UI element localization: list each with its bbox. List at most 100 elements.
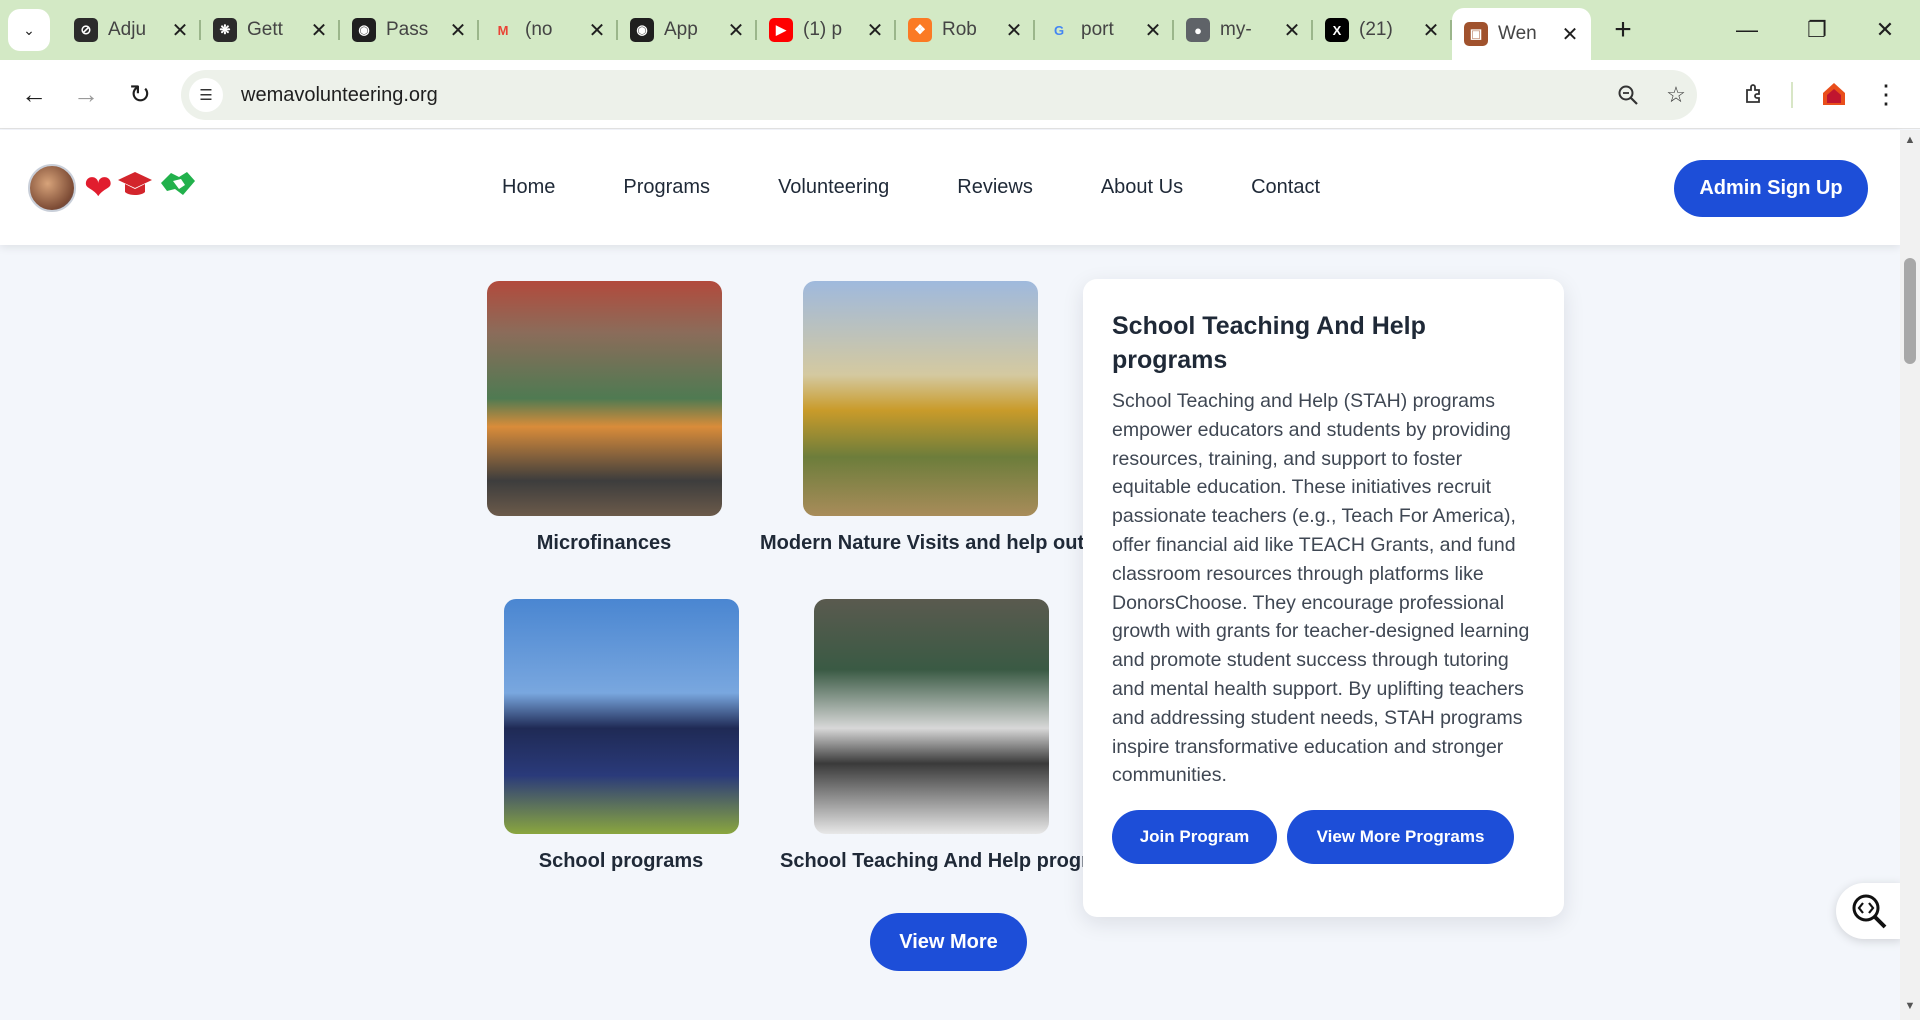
new-tab-button[interactable]: + bbox=[1603, 10, 1643, 50]
chevron-down-icon: ⌄ bbox=[23, 21, 35, 38]
tab-close-icon[interactable]: ✕ bbox=[447, 18, 469, 43]
browser-tab[interactable]: M (no ✕ bbox=[479, 6, 618, 54]
tab-close-icon[interactable]: ✕ bbox=[864, 18, 886, 43]
browser-tab[interactable]: X (21) ✕ bbox=[1313, 6, 1452, 54]
tab-close-icon[interactable]: ✕ bbox=[1142, 18, 1164, 43]
program-card-school-programs[interactable]: School programs bbox=[503, 599, 739, 873]
browser-tab[interactable]: ❖ Rob ✕ bbox=[896, 6, 1035, 54]
address-bar[interactable]: ☰ wemavolunteering.org ☆ bbox=[181, 70, 1697, 120]
browser-tab[interactable]: ⊘ Adju ✕ bbox=[62, 6, 201, 54]
reload-icon: ↻ bbox=[129, 78, 151, 109]
program-card-teaching-help[interactable]: School Teaching And Help progra bbox=[776, 599, 1086, 873]
heart-icon: ❤ bbox=[84, 169, 113, 207]
nav-link-reviews[interactable]: Reviews bbox=[957, 176, 1033, 199]
view-more-programs-button[interactable]: View More Programs bbox=[1287, 810, 1514, 865]
scroll-thumb[interactable] bbox=[1904, 258, 1916, 364]
close-window-button[interactable]: ✕ bbox=[1850, 0, 1920, 60]
tab-title: Gett bbox=[247, 19, 283, 40]
tab-close-icon[interactable]: ✕ bbox=[1559, 22, 1581, 47]
view-more-button[interactable]: View More bbox=[870, 913, 1027, 971]
extensions-icon[interactable] bbox=[1735, 74, 1775, 114]
tab-title: (21) bbox=[1359, 19, 1393, 40]
site-logo[interactable]: ❤ bbox=[28, 164, 197, 212]
program-photo bbox=[503, 599, 739, 834]
program-caption: School programs bbox=[538, 850, 704, 872]
more-menu-icon[interactable]: ⋮ bbox=[1866, 74, 1906, 114]
browser-tab[interactable]: Gport ✕ bbox=[1035, 6, 1174, 54]
tab-close-icon[interactable]: ✕ bbox=[169, 18, 191, 43]
github-icon: ◉ bbox=[630, 18, 654, 42]
nav-link-about-us[interactable]: About Us bbox=[1101, 176, 1183, 199]
nav-link-contact[interactable]: Contact bbox=[1251, 176, 1320, 199]
browser-tab[interactable]: ▶ (1) p ✕ bbox=[757, 6, 896, 54]
browser-tab[interactable]: ▣ Wen ✕ bbox=[1452, 8, 1591, 60]
toolbar-divider bbox=[1791, 82, 1793, 108]
tab-title: Wen bbox=[1498, 23, 1537, 44]
program-card-nature-visits[interactable]: Modern Nature Visits and help out bbox=[760, 281, 1085, 555]
program-photo bbox=[486, 281, 722, 516]
arrow-left-icon: ← bbox=[21, 78, 47, 109]
site-info-icon[interactable]: ☰ bbox=[189, 78, 223, 112]
browser-tab[interactable]: ◉ Pass ✕ bbox=[340, 6, 479, 54]
tab-title: port bbox=[1081, 19, 1114, 40]
nav-link-programs[interactable]: Programs bbox=[623, 176, 710, 199]
tab-close-icon[interactable]: ✕ bbox=[1003, 18, 1025, 43]
tab-close-icon[interactable]: ✕ bbox=[1281, 18, 1303, 43]
forward-button[interactable]: → bbox=[66, 74, 106, 114]
program-caption: Microfinances bbox=[536, 532, 672, 554]
program-photo bbox=[802, 281, 1038, 516]
program-detail-actions: Join Program View More Programs bbox=[1112, 810, 1535, 865]
xampp-icon: ❖ bbox=[908, 18, 932, 42]
tab-strip: ⌄ ⊘ Adju ✕ ❋ Gett ✕ ◉ Pass ✕ M (no ✕ ◉ App ✕ ▶ (1) p ✕ ❖ Ro… bbox=[0, 0, 1920, 60]
reload-button[interactable]: ↻ bbox=[120, 74, 160, 114]
tab-search-button[interactable]: ⌄ bbox=[8, 9, 50, 51]
program-card-microfinances[interactable]: Microfinances bbox=[486, 281, 722, 555]
browser-tab[interactable]: ● my- ✕ bbox=[1174, 6, 1313, 54]
handshake-icon bbox=[159, 169, 197, 207]
magnifier-code-icon bbox=[1852, 894, 1887, 929]
admin-signup-button[interactable]: Admin Sign Up bbox=[1674, 160, 1868, 217]
google-icon: G bbox=[1053, 22, 1065, 38]
browser-toolbar: ← → ↻ ☰ wemavolunteering.org ☆ ⋮ bbox=[0, 60, 1920, 129]
url-text[interactable]: wemavolunteering.org bbox=[241, 84, 438, 107]
youtube-icon: ▶ bbox=[769, 18, 793, 42]
x-icon: X bbox=[1325, 18, 1349, 42]
browser-tab[interactable]: ◉ App ✕ bbox=[618, 6, 757, 54]
profile-extension-icon[interactable] bbox=[1814, 74, 1854, 114]
join-program-button[interactable]: Join Program bbox=[1112, 810, 1277, 865]
tab-list: ⊘ Adju ✕ ❋ Gett ✕ ◉ Pass ✕ M (no ✕ ◉ App ✕ ▶ (1) p ✕ ❖ Rob ✕… bbox=[62, 0, 1591, 60]
back-button[interactable]: ← bbox=[14, 74, 54, 114]
tab-title: App bbox=[664, 19, 698, 40]
zoom-icon[interactable] bbox=[1611, 78, 1645, 112]
openai-icon: ❋ bbox=[213, 18, 237, 42]
code-search-widget[interactable] bbox=[1836, 883, 1902, 939]
browser-tab[interactable]: ❋ Gett ✕ bbox=[201, 6, 340, 54]
bookmark-star-icon[interactable]: ☆ bbox=[1659, 78, 1693, 112]
sync-icon: ⊘ bbox=[74, 18, 98, 42]
globe-icon: ● bbox=[1186, 18, 1210, 42]
program-photo bbox=[813, 599, 1049, 834]
tab-title: (no bbox=[525, 19, 553, 40]
graduation-cap-icon bbox=[117, 169, 153, 207]
tab-title: my- bbox=[1220, 19, 1252, 40]
arrow-right-icon: → bbox=[73, 78, 99, 109]
program-detail-description: School Teaching and Help (STAH) programs… bbox=[1112, 390, 1530, 787]
site-icon: ▣ bbox=[1464, 22, 1488, 46]
nav-link-home[interactable]: Home bbox=[502, 176, 555, 199]
tab-title: Pass bbox=[386, 19, 429, 40]
tab-close-icon[interactable]: ✕ bbox=[308, 18, 330, 43]
logo-photo bbox=[28, 164, 76, 212]
page-scrollbar[interactable]: ▲ ▼ bbox=[1900, 130, 1920, 1020]
minimize-button[interactable]: — bbox=[1712, 0, 1782, 60]
restore-button[interactable]: ❐ bbox=[1782, 0, 1852, 60]
tab-close-icon[interactable]: ✕ bbox=[586, 18, 608, 43]
scroll-down-arrow[interactable]: ▼ bbox=[1900, 1000, 1920, 1016]
scroll-up-arrow[interactable]: ▲ bbox=[1900, 134, 1920, 150]
tab-close-icon[interactable]: ✕ bbox=[1420, 18, 1442, 43]
nav-link-volunteering[interactable]: Volunteering bbox=[778, 176, 889, 199]
tab-close-icon[interactable]: ✕ bbox=[725, 18, 747, 43]
program-caption: School Teaching And Help progra bbox=[780, 850, 1086, 872]
site-header: ❤ Home Programs Volunteering Reviews About U… bbox=[0, 130, 1900, 245]
program-caption: Modern Nature Visits and help out bbox=[760, 532, 1085, 554]
tab-title: (1) p bbox=[803, 19, 843, 40]
